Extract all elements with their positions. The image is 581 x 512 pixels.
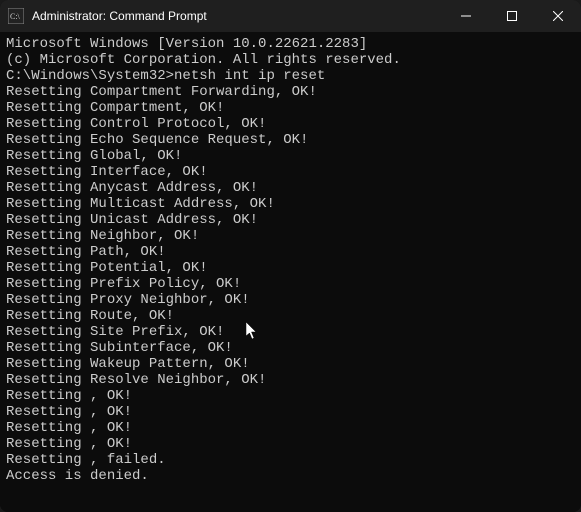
title-left: C:\ Administrator: Command Prompt	[8, 8, 207, 24]
maximize-button[interactable]	[489, 0, 535, 32]
terminal-line: Resetting Control Protocol, OK!	[6, 116, 575, 132]
terminal-line: Resetting Neighbor, OK!	[6, 228, 575, 244]
terminal-line: Resetting Anycast Address, OK!	[6, 180, 575, 196]
terminal-line: Resetting Proxy Neighbor, OK!	[6, 292, 575, 308]
terminal-line: Resetting Site Prefix, OK!	[6, 324, 575, 340]
terminal-line: Resetting Interface, OK!	[6, 164, 575, 180]
titlebar[interactable]: C:\ Administrator: Command Prompt	[0, 0, 581, 32]
svg-text:C:\: C:\	[10, 12, 21, 21]
terminal-line: Resetting Prefix Policy, OK!	[6, 276, 575, 292]
terminal-line: Resetting Path, OK!	[6, 244, 575, 260]
terminal-output[interactable]: Microsoft Windows [Version 10.0.22621.22…	[0, 32, 581, 512]
terminal-line: Resetting Global, OK!	[6, 148, 575, 164]
terminal-line: Resetting Compartment, OK!	[6, 100, 575, 116]
terminal-line: Resetting , OK!	[6, 436, 575, 452]
terminal-line: Resetting , OK!	[6, 404, 575, 420]
window-title: Administrator: Command Prompt	[32, 9, 207, 23]
terminal-line: Resetting , failed.	[6, 452, 575, 468]
terminal-line: Resetting Echo Sequence Request, OK!	[6, 132, 575, 148]
terminal-line: Resetting Unicast Address, OK!	[6, 212, 575, 228]
terminal-line: Resetting Subinterface, OK!	[6, 340, 575, 356]
terminal-line: Resetting Resolve Neighbor, OK!	[6, 372, 575, 388]
terminal-line: Microsoft Windows [Version 10.0.22621.22…	[6, 36, 575, 52]
terminal-line: Resetting Multicast Address, OK!	[6, 196, 575, 212]
command-prompt-window: C:\ Administrator: Command Prompt Micros…	[0, 0, 581, 512]
terminal-line: C:\Windows\System32>netsh int ip reset	[6, 68, 575, 84]
window-controls	[443, 0, 581, 32]
terminal-line: Resetting Route, OK!	[6, 308, 575, 324]
terminal-line: Access is denied.	[6, 468, 575, 484]
terminal-line: Resetting Compartment Forwarding, OK!	[6, 84, 575, 100]
terminal-line: Resetting Wakeup Pattern, OK!	[6, 356, 575, 372]
terminal-line: Resetting , OK!	[6, 420, 575, 436]
close-button[interactable]	[535, 0, 581, 32]
cmd-icon: C:\	[8, 8, 24, 24]
minimize-button[interactable]	[443, 0, 489, 32]
terminal-line: Resetting Potential, OK!	[6, 260, 575, 276]
terminal-line: (c) Microsoft Corporation. All rights re…	[6, 52, 575, 68]
terminal-line: Resetting , OK!	[6, 388, 575, 404]
